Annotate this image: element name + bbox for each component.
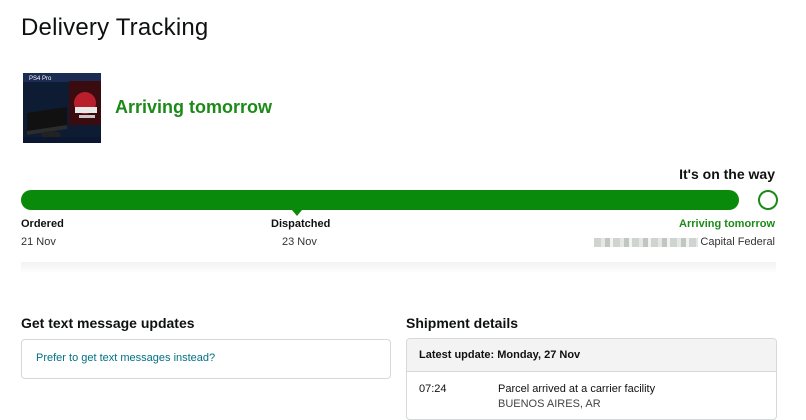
step-label: Dispatched [271, 218, 331, 230]
latest-update-header: Latest update: Monday, 27 Nov [407, 339, 776, 372]
delivery-pending-circle-icon [758, 190, 778, 210]
step-arriving: Arriving tomorrow Capital Federal [594, 218, 775, 248]
svg-text:PS4 Pro: PS4 Pro [29, 76, 52, 82]
sms-updates-card: Prefer to get text messages instead? [21, 339, 391, 379]
step-date: 21 Nov [21, 236, 56, 248]
step-ordered: Ordered 21 Nov [21, 218, 64, 248]
redacted-address [594, 237, 699, 247]
event-time: 07:24 [419, 383, 447, 395]
event-location: BUENOS AIRES, AR [498, 398, 601, 410]
progress-bar [21, 190, 739, 210]
arriving-headline: Arriving tomorrow [115, 97, 273, 117]
step-label: Arriving tomorrow [679, 218, 775, 230]
event-description: Parcel arrived at a carrier facility [498, 383, 656, 395]
sms-optin-link[interactable]: Prefer to get text messages instead? [36, 352, 215, 364]
step-date: 23 Nov [282, 236, 317, 248]
section-divider [21, 262, 776, 274]
page-title: Delivery Tracking [21, 14, 209, 41]
step-location-text: Capital Federal [700, 236, 775, 248]
product-image[interactable]: PS4 Pro [21, 69, 105, 147]
status-label: It's on the way [679, 166, 775, 182]
step-label: Ordered [21, 218, 64, 230]
shipment-details-heading: Shipment details [406, 315, 519, 331]
dispatched-marker [292, 210, 302, 216]
sms-updates-heading: Get text message updates [21, 315, 195, 331]
step-location: Capital Federal [594, 236, 775, 248]
step-dispatched: Dispatched 23 Nov [271, 218, 330, 248]
shipment-details-card: Latest update: Monday, 27 Nov 07:24 Parc… [406, 338, 777, 420]
